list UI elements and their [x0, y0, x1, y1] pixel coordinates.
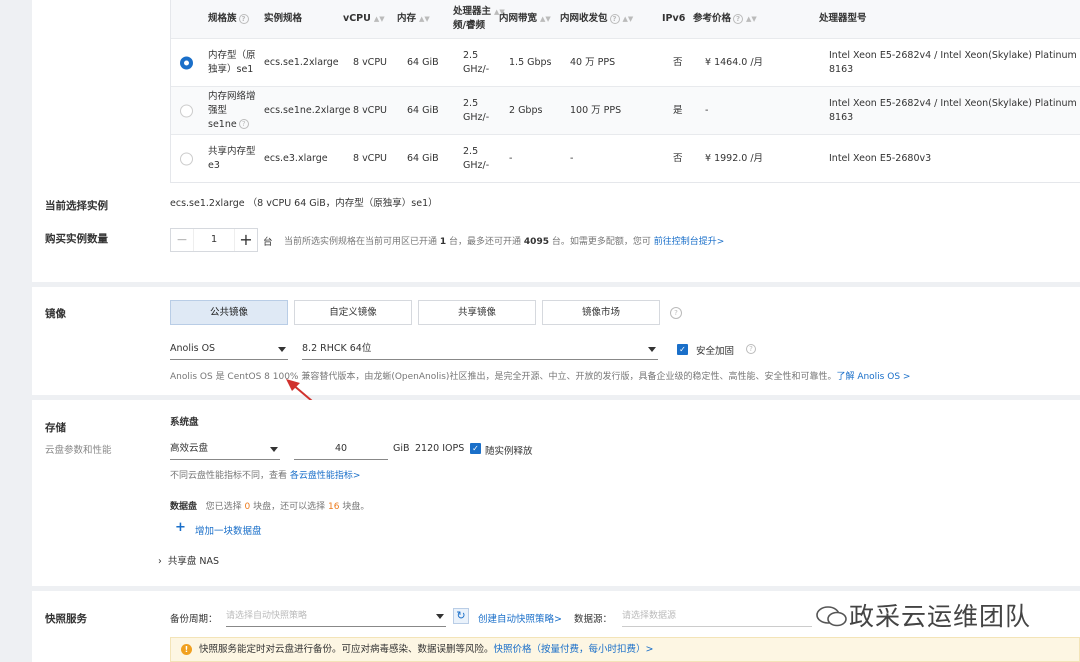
refresh-icon[interactable]: ↻	[453, 608, 469, 624]
disk-iops: 2120 IOPS	[415, 443, 465, 454]
quantity-value[interactable]: 1	[193, 229, 235, 251]
release-checkbox[interactable]: ✓	[470, 443, 481, 454]
chevron-down-icon	[648, 347, 656, 352]
help-icon[interactable]: ?	[238, 13, 249, 24]
watermark: 政采云运维团队	[815, 597, 1031, 633]
disk-type-select[interactable]: 高效云盘	[170, 440, 280, 460]
security-checkbox[interactable]: ✓	[677, 344, 688, 355]
security-label: 安全加固	[696, 346, 735, 357]
table-row[interactable]: 内存网络增 强型 se1ne? ecs.se1ne.2xlarge 8 vCPU 6…	[171, 86, 1080, 134]
chevron-down-icon	[270, 447, 278, 452]
snapshot-section-label: 快照服务	[45, 613, 87, 625]
tab-custom-image[interactable]: 自定义镜像	[294, 300, 412, 325]
instance-spec-table: 规格族? 实例规格 vCPU ▲▼ 内存 ▲▼ 处理器主 ▲▼ 频/睿频 内网带宽 ▲▼ …	[170, 0, 1080, 183]
data-disk-hint: 数据盘 您已选择 0 块盘，还可以选择 16 块盘。	[170, 502, 370, 512]
os-select[interactable]: Anolis OS	[170, 340, 288, 360]
price: ¥ 1992.0 /月	[705, 152, 764, 164]
release-label: 随实例释放	[485, 446, 533, 457]
quantity-hint: 当前所选实例规格在当前可用区已开通 1 台，最多还可开通 4095 台。如需更多…	[284, 237, 725, 247]
col-bandwidth: 内网带宽 ▲▼	[499, 13, 551, 24]
backup-label: 备份周期：	[170, 614, 218, 625]
source-select[interactable]: 请选择数据源	[622, 607, 812, 627]
table-row[interactable]: 内存型（原 独享）se1 ecs.se1.2xlarge 8 vCPU 64 Gi…	[171, 38, 1080, 86]
col-ipv6: IPv6	[662, 13, 686, 24]
col-pps: 内网收发包? ▲▼	[560, 13, 634, 24]
quota-link[interactable]: 前往控制台提升>	[654, 237, 725, 247]
os-version-select[interactable]: 8.2 RHCK 64位	[302, 340, 658, 360]
table-row[interactable]: 共享内存型 e3 ecs.e3.xlarge 8 vCPU 64 GiB 2.5 G…	[171, 134, 1080, 182]
help-icon[interactable]: ?	[238, 119, 249, 129]
col-price: 参考价格? ▲▼	[693, 13, 757, 24]
nas-toggle[interactable]: › 共享盘 NAS	[158, 553, 219, 567]
tab-image-market[interactable]: 镜像市场	[542, 300, 660, 325]
minus-icon[interactable]: −	[171, 229, 193, 251]
col-freq: 处理器主 ▲▼ 频/睿频	[453, 6, 505, 31]
quantity-stepper[interactable]: − 1 +	[170, 228, 258, 252]
plus-icon[interactable]: +	[235, 229, 257, 251]
storage-section-label: 存储	[45, 422, 66, 434]
quantity-label: 购买实例数量	[45, 233, 108, 245]
help-icon[interactable]: ?	[746, 344, 756, 354]
current-instance-value: ecs.se1.2xlarge （8 vCPU 64 GiB，内存型（原独享）s…	[170, 198, 438, 209]
help-icon[interactable]: ?	[670, 307, 682, 319]
col-mem: 内存 ▲▼	[397, 13, 430, 24]
sort-icon: ▲▼	[540, 15, 551, 23]
chevron-right-icon: ›	[158, 556, 162, 567]
disk-unit: GiB	[393, 443, 410, 454]
help-icon[interactable]: ?	[733, 13, 744, 24]
current-instance-label: 当前选择实例	[45, 200, 108, 212]
create-policy-link[interactable]: 创建自动快照策略>	[478, 611, 562, 625]
row-radio[interactable]	[180, 152, 193, 165]
row-radio[interactable]	[180, 56, 193, 69]
help-icon[interactable]: ?	[609, 13, 620, 24]
warning-icon: !	[181, 644, 192, 655]
sort-icon: ▲▼	[622, 15, 634, 23]
quantity-unit: 台	[263, 237, 273, 248]
anolis-link[interactable]: 了解 Anolis OS >	[836, 372, 910, 382]
system-disk-label: 系统盘	[170, 417, 199, 428]
tab-shared-image[interactable]: 共享镜像	[418, 300, 536, 325]
image-section-label: 镜像	[45, 308, 66, 320]
col-vcpu: vCPU ▲▼	[343, 13, 385, 24]
wechat-logo-icon	[816, 606, 847, 627]
disk-size-input[interactable]: 40	[294, 440, 388, 460]
storage-section-sub: 云盘参数和性能	[45, 445, 112, 456]
col-family: 规格族?	[208, 12, 249, 26]
snapshot-notice: ! 快照服务能定时对云盘进行备份。可应对病毒感染、数据误删等风险。快照价格（按量…	[170, 637, 1080, 662]
col-cpu-model: 处理器型号	[819, 13, 867, 24]
sort-icon: ▲▼	[373, 15, 385, 23]
perf-hint: 不同云盘性能指标不同，查看 各云盘性能指标>	[170, 471, 361, 481]
sort-icon: ▲▼	[746, 15, 757, 23]
backup-policy-select[interactable]: 请选择自动快照策略	[226, 607, 446, 627]
source-label: 数据源：	[574, 614, 613, 625]
col-spec: 实例规格	[264, 13, 303, 24]
snapshot-price-link[interactable]: 快照价格（按量付费，每小时扣费）>	[494, 644, 654, 655]
chevron-down-icon	[278, 347, 286, 352]
row-radio[interactable]	[180, 104, 193, 117]
chevron-down-icon	[436, 614, 444, 619]
add-icon[interactable]: +	[175, 520, 186, 535]
price: ¥ 1464.0 /月	[705, 56, 764, 68]
table-header: 规格族? 实例规格 vCPU ▲▼ 内存 ▲▼ 处理器主 ▲▼ 频/睿频 内网带宽 ▲▼ …	[171, 0, 1080, 38]
perf-link[interactable]: 各云盘性能指标>	[290, 471, 361, 481]
add-data-disk-button[interactable]: 增加一块数据盘	[195, 523, 262, 537]
sort-icon: ▲▼	[419, 15, 430, 23]
tab-public-image[interactable]: 公共镜像	[170, 300, 288, 325]
